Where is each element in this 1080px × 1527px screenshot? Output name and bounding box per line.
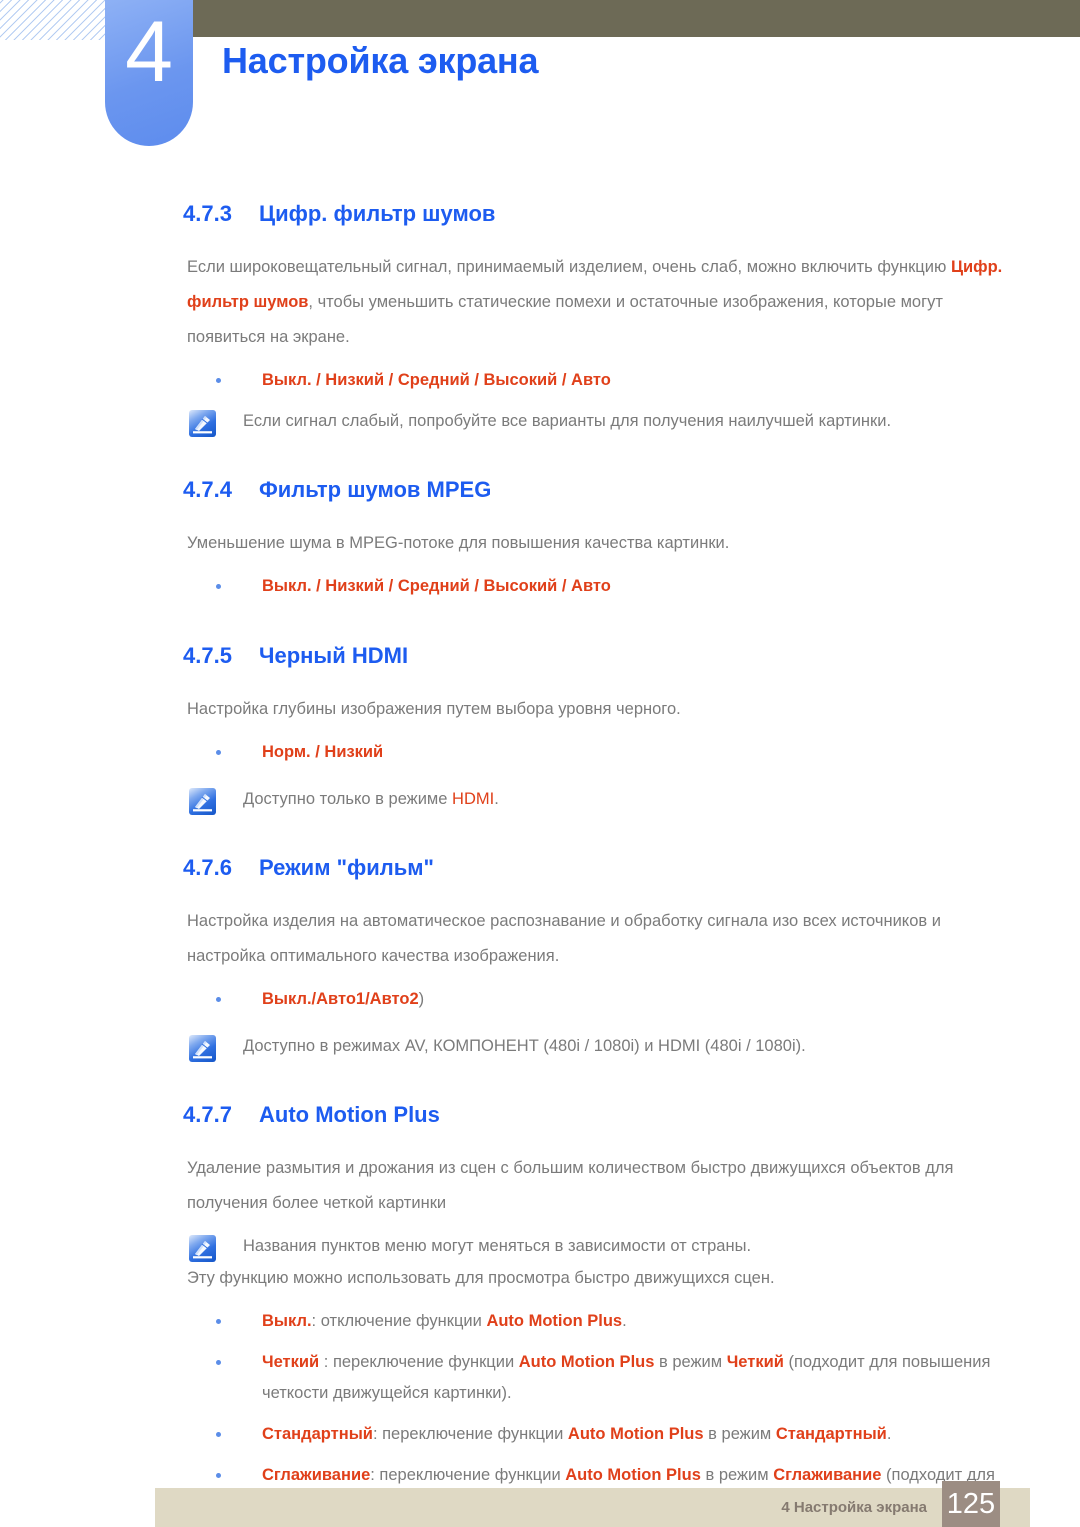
option-list-item: Четкий : переключение функции Auto Motio… — [0, 1347, 1080, 1409]
option-desc: : переключение функции — [372, 1425, 568, 1443]
section-title: Auto Motion Plus — [259, 1102, 440, 1127]
note-text-pre: Доступно только в режиме — [243, 790, 453, 808]
note-pen-icon — [189, 1035, 216, 1062]
section-number: 4.7.3 — [183, 201, 232, 226]
section-paragraph: Если широковещательный сигнал, принимаем… — [0, 250, 1080, 355]
option-desc: : переключение функции — [319, 1353, 519, 1371]
section-title: Черный HDMI — [259, 643, 409, 668]
option-term: Четкий — [262, 1353, 320, 1371]
option-term: Стандартный — [262, 1425, 373, 1443]
bullet-dot-icon — [216, 1360, 221, 1365]
section-heading: 4.7.6 Режим "фильм" — [0, 854, 1080, 882]
option-mode: Стандартный — [775, 1425, 887, 1443]
note-block: Доступно только в режиме HDMI. — [0, 784, 1080, 815]
bullet-dot-icon — [216, 997, 221, 1002]
option-desc: : отключение функции — [311, 1312, 487, 1330]
section-heading: 4.7.7 Auto Motion Plus — [0, 1101, 1080, 1129]
section-number: 4.7.5 — [183, 643, 232, 668]
section-paragraph: Уменьшение шума в MPEG-потоке для повыше… — [187, 534, 730, 552]
option-desc-tail: . — [622, 1312, 627, 1330]
option-list-item: Норм. / Низкий — [0, 737, 1080, 768]
note-block: Доступно в режимах AV, КОМПОНЕНТ (480i /… — [0, 1031, 1080, 1062]
note-highlight: HDMI — [452, 790, 495, 808]
chapter-title: Настройка экрана — [222, 40, 539, 81]
note-text: Доступно в режимах AV, КОМПОНЕНТ (480i /… — [243, 1037, 806, 1055]
note-block: Названия пунктов меню могут меняться в з… — [0, 1231, 1080, 1262]
option-list-item: Выкл./Авто1/Авто2) — [0, 984, 1080, 1015]
note-text: Названия пунктов меню могут меняться в з… — [243, 1237, 752, 1255]
section-paragraph: Настройка изделия на автоматическое расп… — [187, 912, 941, 965]
option-values: Выкл. / Низкий / Средний / Высокий / Авт… — [262, 577, 611, 595]
option-values: Выкл. / Низкий / Средний / Высокий / Авт… — [262, 371, 611, 389]
bullet-dot-icon — [216, 378, 221, 383]
option-feature: Auto Motion Plus — [518, 1353, 655, 1371]
section-number: 4.7.4 — [183, 477, 232, 502]
section-heading: 4.7.5 Черный HDMI — [0, 642, 1080, 670]
bullet-dot-icon — [216, 1319, 221, 1324]
option-feature: Auto Motion Plus — [565, 1466, 701, 1484]
section-title: Цифр. фильтр шумов — [259, 201, 496, 226]
note-text: Если сигнал слабый, попробуйте все вариа… — [243, 412, 892, 430]
option-term: Выкл. — [262, 1312, 312, 1330]
section-paragraph: Удаление размытия и дрожания из сцен с б… — [187, 1159, 954, 1212]
section-number: 4.7.6 — [183, 855, 232, 880]
option-list-item: Выкл.: отключение функции Auto Motion Pl… — [0, 1306, 1080, 1337]
page-content: 4.7.3 Цифр. фильтр шумов Если широковещат… — [0, 200, 1080, 1522]
option-feature: Auto Motion Plus — [486, 1312, 623, 1330]
chapter-number: 4 — [125, 4, 173, 100]
option-desc-2: в режим — [654, 1353, 727, 1371]
section-heading: 4.7.3 Цифр. фильтр шумов — [0, 200, 1080, 228]
paragraph-text-a: Если широковещательный сигнал, принимаем… — [187, 258, 951, 276]
option-desc-2: в режим — [703, 1425, 776, 1443]
chapter-bar — [193, 0, 1080, 37]
section-paragraph: Настройка глубины изображения путем выбо… — [187, 700, 681, 718]
option-mode: Четкий — [726, 1353, 784, 1371]
section-heading: 4.7.4 Фильтр шумов MPEG — [0, 476, 1080, 504]
page-number: 125 — [942, 1481, 1000, 1527]
option-desc-2: в режим — [700, 1466, 774, 1484]
chapter-number-tab: 4 — [105, 0, 193, 146]
note-pen-icon — [189, 1235, 216, 1262]
note-pen-icon — [189, 410, 216, 437]
section-4-7-5: 4.7.5 Черный HDMI Настройка глубины изобр… — [0, 642, 1080, 815]
option-values-tail: ) — [418, 990, 425, 1008]
bullet-dot-icon — [216, 1432, 221, 1437]
decorative-hatch-pattern — [0, 0, 108, 40]
section-4-7-3: 4.7.3 Цифр. фильтр шумов Если широковещат… — [0, 200, 1080, 437]
note-text-post: . — [494, 790, 499, 808]
section-4-7-6: 4.7.6 Режим "фильм" Настройка изделия на … — [0, 854, 1080, 1062]
note-block: Если сигнал слабый, попробуйте все вариа… — [0, 406, 1080, 437]
option-feature: Auto Motion Plus — [567, 1425, 704, 1443]
footer-chapter-label: 4 Настройка экрана — [781, 1499, 927, 1516]
option-term: Сглаживание — [262, 1466, 371, 1484]
option-mode: Сглаживание — [773, 1466, 882, 1484]
section-title: Режим "фильм" — [259, 855, 434, 880]
section-4-7-4: 4.7.4 Фильтр шумов MPEG Уменьшение шума в… — [0, 476, 1080, 602]
bullet-dot-icon — [216, 1473, 221, 1478]
bullet-dot-icon — [216, 750, 221, 755]
option-values: Выкл./Авто1/Авто2 — [262, 990, 419, 1008]
option-desc: : переключение функции — [370, 1466, 566, 1484]
option-values: Норм. / Низкий — [262, 743, 384, 761]
page-header: 4 Настройка экрана — [0, 0, 1080, 160]
section-number: 4.7.7 — [183, 1102, 232, 1127]
note-pen-icon — [189, 788, 216, 815]
option-list-item: Стандартный: переключение функции Auto M… — [0, 1419, 1080, 1450]
option-list-item: Выкл. / Низкий / Средний / Высокий / Авт… — [0, 365, 1080, 396]
section-title: Фильтр шумов MPEG — [259, 477, 492, 502]
option-list-item: Выкл. / Низкий / Средний / Высокий / Авт… — [0, 571, 1080, 602]
page-footer: 4 Настройка экрана 125 — [155, 1481, 1030, 1527]
section-4-7-7: 4.7.7 Auto Motion Plus Удаление размытия … — [0, 1101, 1080, 1522]
section-paragraph-2: Эту функцию можно использовать для просм… — [187, 1269, 775, 1287]
option-desc-tail: . — [886, 1425, 892, 1443]
bullet-dot-icon — [216, 584, 221, 589]
